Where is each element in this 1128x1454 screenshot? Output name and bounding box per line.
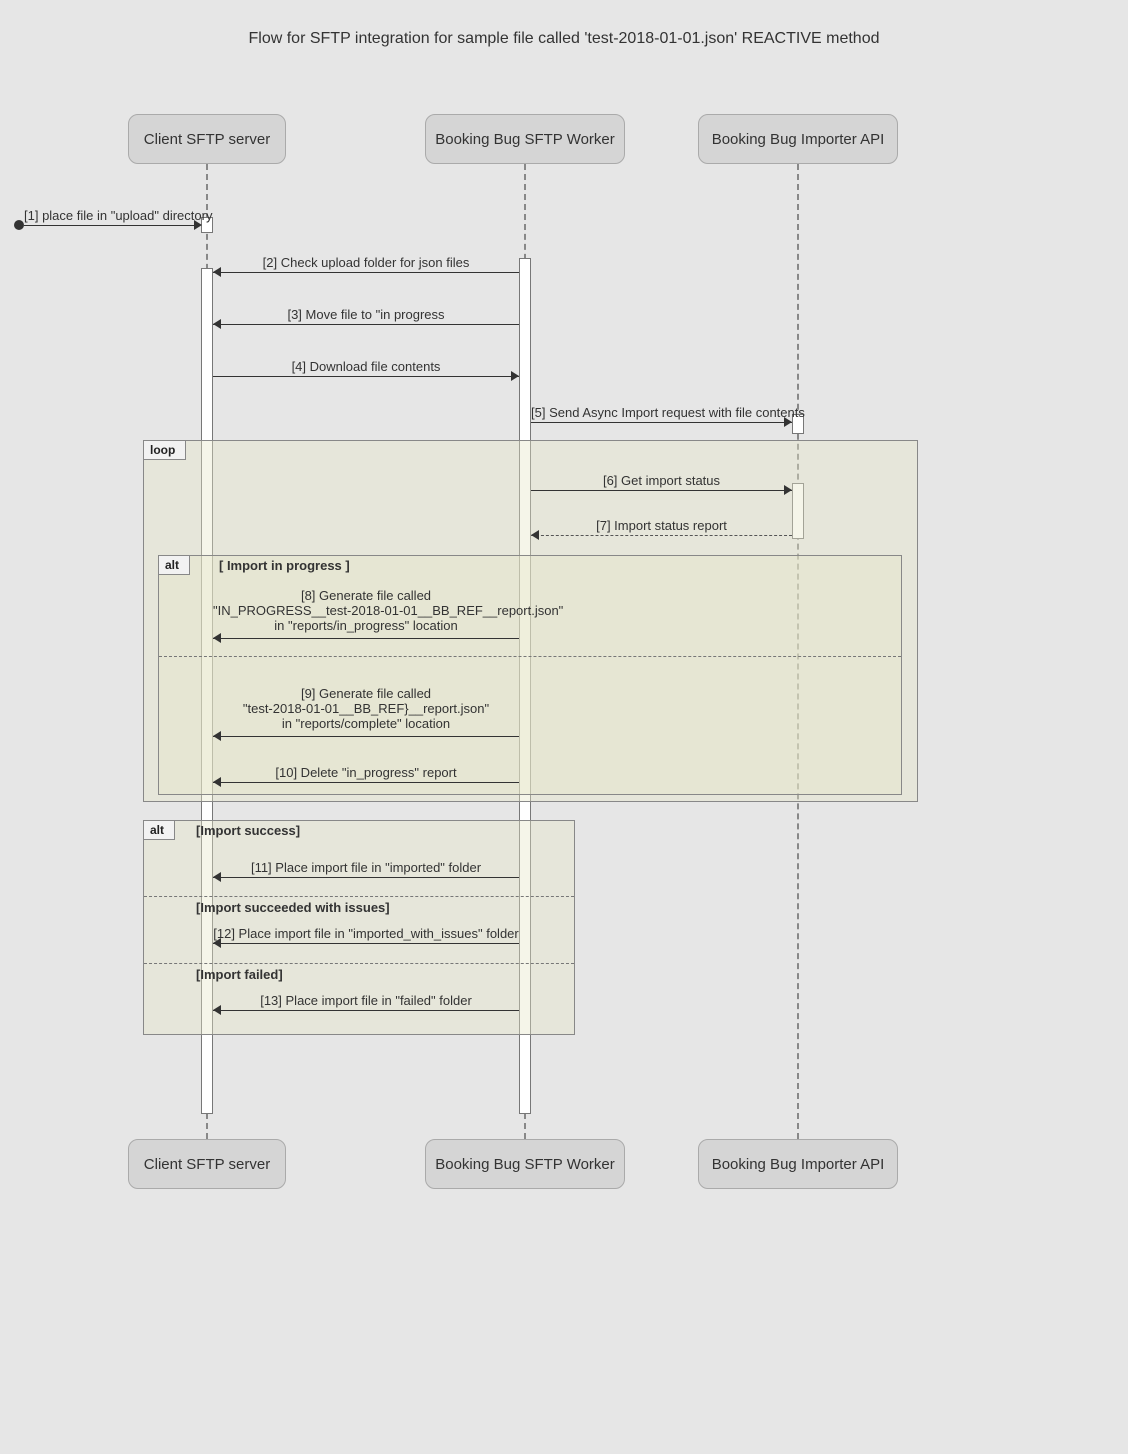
msg6-label: [6] Get import status bbox=[531, 473, 792, 488]
fragment-alt-outer-sep2 bbox=[144, 963, 574, 964]
msg3-line bbox=[213, 324, 519, 325]
msg8-line bbox=[213, 638, 519, 639]
msg9-arrow bbox=[213, 731, 221, 741]
msg5-label: [5] Send Async Import request with file … bbox=[531, 405, 792, 420]
fragment-alt-inner-cond-a: [ Import in progress ] bbox=[219, 558, 350, 573]
msg7-label: [7] Import status report bbox=[531, 518, 792, 533]
participant-worker-top: Booking Bug SFTP Worker bbox=[425, 114, 625, 164]
fragment-alt-outer-sep1 bbox=[144, 896, 574, 897]
msg4-line bbox=[213, 376, 519, 377]
found-message-origin bbox=[14, 220, 24, 230]
fragment-alt-inner-tag: alt bbox=[158, 555, 190, 575]
fragment-alt-outer-cond-b: [Import succeeded with issues] bbox=[196, 900, 390, 915]
msg4-label: [4] Download file contents bbox=[213, 359, 519, 374]
diagram-title: Flow for SFTP integration for sample fil… bbox=[0, 30, 1128, 48]
fragment-alt-outer-cond-c: [Import failed] bbox=[196, 967, 283, 982]
msg2-label: [2] Check upload folder for json files bbox=[213, 255, 519, 270]
participant-worker-bottom: Booking Bug SFTP Worker bbox=[425, 1139, 625, 1189]
msg3-label: [3] Move file to "in progress bbox=[213, 307, 519, 322]
fragment-alt-inner-sep bbox=[159, 656, 901, 657]
msg13-line bbox=[213, 1010, 519, 1011]
msg9-line bbox=[213, 736, 519, 737]
msg8-label: [8] Generate file called "IN_PROGRESS__t… bbox=[213, 588, 519, 633]
fragment-loop-tag: loop bbox=[143, 440, 186, 460]
msg12-line bbox=[213, 943, 519, 944]
msg7-line bbox=[531, 535, 792, 536]
fragment-alt-outer-cond-a: [Import success] bbox=[196, 823, 300, 838]
msg13-label: [13] Place import file in "failed" folde… bbox=[213, 993, 519, 1008]
participant-importer-bottom: Booking Bug Importer API bbox=[698, 1139, 898, 1189]
fragment-alt-outer-tag: alt bbox=[143, 820, 175, 840]
msg1-label: [1] place file in "upload" directory bbox=[24, 208, 194, 223]
msg8-arrow bbox=[213, 633, 221, 643]
msg11-label: [11] Place import file in "imported" fol… bbox=[213, 860, 519, 875]
msg6-line bbox=[531, 490, 792, 491]
sequence-diagram: Flow for SFTP integration for sample fil… bbox=[0, 0, 1128, 1454]
participant-client-bottom: Client SFTP server bbox=[128, 1139, 286, 1189]
msg12-label: [12] Place import file in "imported_with… bbox=[213, 926, 519, 941]
msg10-label: [10] Delete "in_progress" report bbox=[213, 765, 519, 780]
msg11-line bbox=[213, 877, 519, 878]
participant-importer-top: Booking Bug Importer API bbox=[698, 114, 898, 164]
msg10-line bbox=[213, 782, 519, 783]
msg9-label: [9] Generate file called "test-2018-01-0… bbox=[213, 686, 519, 731]
msg1-line bbox=[24, 225, 194, 226]
participant-client-top: Client SFTP server bbox=[128, 114, 286, 164]
msg2-line bbox=[213, 272, 519, 273]
msg5-line bbox=[531, 422, 792, 423]
